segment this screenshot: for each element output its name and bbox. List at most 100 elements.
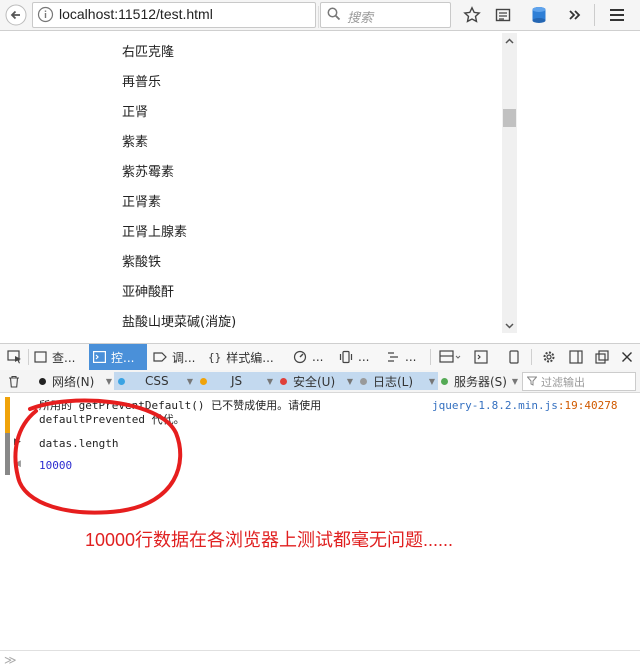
tab-console[interactable]: 控... xyxy=(89,344,147,370)
scroll-up-button[interactable] xyxy=(502,33,517,48)
tab-performance[interactable]: ... xyxy=(293,344,333,370)
warning-source-file[interactable]: jquery-1.8.2.min.js xyxy=(432,399,558,412)
double-chevron-icon xyxy=(569,10,581,20)
dock-side-button[interactable] xyxy=(565,344,587,370)
clear-console-button[interactable] xyxy=(4,372,28,390)
filter-output-placeholder: 过滤输出 xyxy=(541,376,585,389)
tab-inspector[interactable]: 查... xyxy=(34,344,84,370)
annotation-text: 10000行数据在各浏览器上测试都毫无问题...... xyxy=(85,530,454,550)
chevron-down-icon xyxy=(505,322,514,329)
list-scrollbar[interactable] xyxy=(502,33,517,333)
bookmark-button[interactable] xyxy=(460,3,484,27)
chevron-down-icon: ▼ xyxy=(186,377,193,386)
console-icon xyxy=(93,351,106,363)
tab-performance-label: ... xyxy=(312,350,324,364)
chevron-down-icon: ▼ xyxy=(428,377,435,386)
back-button[interactable] xyxy=(4,3,28,27)
braces-icon: {} xyxy=(208,350,222,364)
url-bar[interactable]: localhost:11512/test.html xyxy=(32,2,336,28)
filter-output-input[interactable]: 过滤输出 xyxy=(522,372,636,391)
filter-security-label: 安全(U) xyxy=(293,374,336,389)
filter-funnel-icon xyxy=(527,376,537,386)
layout-split-icon xyxy=(439,350,461,363)
chevron-down-icon: ▼ xyxy=(105,377,112,386)
css-dot-icon xyxy=(118,377,125,385)
scroll-down-button[interactable] xyxy=(502,318,517,333)
list-item: 右匹克隆 xyxy=(122,45,175,60)
scroll-thumb[interactable] xyxy=(503,109,516,127)
list-item: 正肾上腺素 xyxy=(122,225,188,240)
star-icon xyxy=(463,6,481,23)
server-dot-icon xyxy=(441,377,448,385)
chevron-up-icon xyxy=(505,37,514,44)
list-item: 盐酸山埂菜碱(消旋) xyxy=(122,315,237,330)
console-input[interactable]: ≫ xyxy=(0,650,640,671)
pick-element-button[interactable] xyxy=(4,344,26,370)
filter-logging-label: 日志(L) xyxy=(373,374,414,389)
debugger-icon xyxy=(153,351,167,363)
undock-button[interactable] xyxy=(591,344,613,370)
list-item: 正肾素 xyxy=(122,195,162,210)
tab-console-label: 控... xyxy=(111,350,135,365)
search-bar[interactable]: 搜索 xyxy=(320,2,451,28)
filter-logging[interactable]: 日志(L) ▼ xyxy=(356,372,438,390)
back-arrow-icon xyxy=(5,4,27,26)
overflow-button[interactable] xyxy=(563,3,587,27)
hamburger-menu-icon xyxy=(610,9,624,21)
gear-icon xyxy=(543,351,555,363)
filter-js[interactable]: JS ▼ xyxy=(196,372,276,390)
dock-side-icon xyxy=(569,350,583,364)
info-icon[interactable] xyxy=(37,6,54,23)
list-item: 紫酸铁 xyxy=(122,255,162,270)
responsive-mode-button[interactable] xyxy=(503,344,525,370)
page-content: 右匹克隆 再普乐 正肾 紫素 紫苏霉素 正肾素 正肾上腺素 紫酸铁 亚砷酸酐 盐… xyxy=(0,31,640,336)
list-item: 正肾 xyxy=(122,105,149,120)
filter-server[interactable]: 服务器(S) ▼ xyxy=(437,372,521,390)
inspector-icon xyxy=(34,351,47,363)
menu-button[interactable] xyxy=(605,3,629,27)
warning-source-link[interactable]: jquery-1.8.2.min.js:19:40278 xyxy=(432,399,617,412)
tab-style-editor[interactable]: {} 样式编... xyxy=(208,344,286,370)
tab-separator xyxy=(531,349,532,365)
filter-network[interactable]: 网络(N) ▼ xyxy=(35,372,115,390)
security-dot-icon xyxy=(280,377,287,385)
list-item: 再普乐 xyxy=(122,75,162,90)
database-button[interactable] xyxy=(527,3,551,27)
search-icon xyxy=(327,7,341,21)
settings-button[interactable] xyxy=(538,344,560,370)
scratchpad-icon xyxy=(474,350,488,364)
url-text[interactable]: localhost:11512/test.html xyxy=(59,6,213,22)
logging-dot-icon xyxy=(360,377,367,385)
red-annotation-circle xyxy=(13,398,183,515)
toolbar-divider xyxy=(594,4,595,26)
tab-network[interactable]: ... xyxy=(386,344,424,370)
split-console-button[interactable] xyxy=(437,344,463,370)
tab-debugger[interactable]: 调... xyxy=(153,344,205,370)
close-icon xyxy=(622,352,632,362)
warning-source-location[interactable]: :19:40278 xyxy=(558,399,618,412)
network-icon xyxy=(386,350,400,364)
performance-gauge-icon xyxy=(293,350,307,364)
responsive-icon xyxy=(339,350,353,364)
tab-debugger-label: 调... xyxy=(172,350,196,365)
filter-css[interactable]: CSS ▼ xyxy=(114,372,196,390)
reading-list-button[interactable] xyxy=(491,3,515,27)
reading-list-icon xyxy=(495,8,511,22)
search-placeholder: 搜索 xyxy=(347,11,374,26)
filter-js-label: JS xyxy=(231,374,243,388)
scratchpad-button[interactable] xyxy=(470,344,492,370)
tab-responsive[interactable]: ... xyxy=(339,344,375,370)
element-picker-icon xyxy=(7,350,21,364)
console-output: 所用的 getPreventDefault() 已不赞成使用。请使用 defau… xyxy=(0,393,640,649)
network-dot-icon xyxy=(39,377,46,385)
tab-inspector-label: 查... xyxy=(52,350,76,365)
tab-separator xyxy=(28,349,29,365)
console-filter-bar: 网络(N) ▼ CSS ▼ JS ▼ 安全(U) ▼ 日志(L) ▼ 服务器(S… xyxy=(0,370,640,393)
chevron-down-icon: ▼ xyxy=(266,377,273,386)
chevron-down-icon: ▼ xyxy=(346,377,353,386)
filter-css-label: CSS xyxy=(145,374,169,388)
filter-security[interactable]: 安全(U) ▼ xyxy=(276,372,356,390)
close-devtools-button[interactable] xyxy=(616,344,638,370)
tab-network-label: ... xyxy=(405,350,417,364)
js-dot-icon xyxy=(200,377,207,385)
